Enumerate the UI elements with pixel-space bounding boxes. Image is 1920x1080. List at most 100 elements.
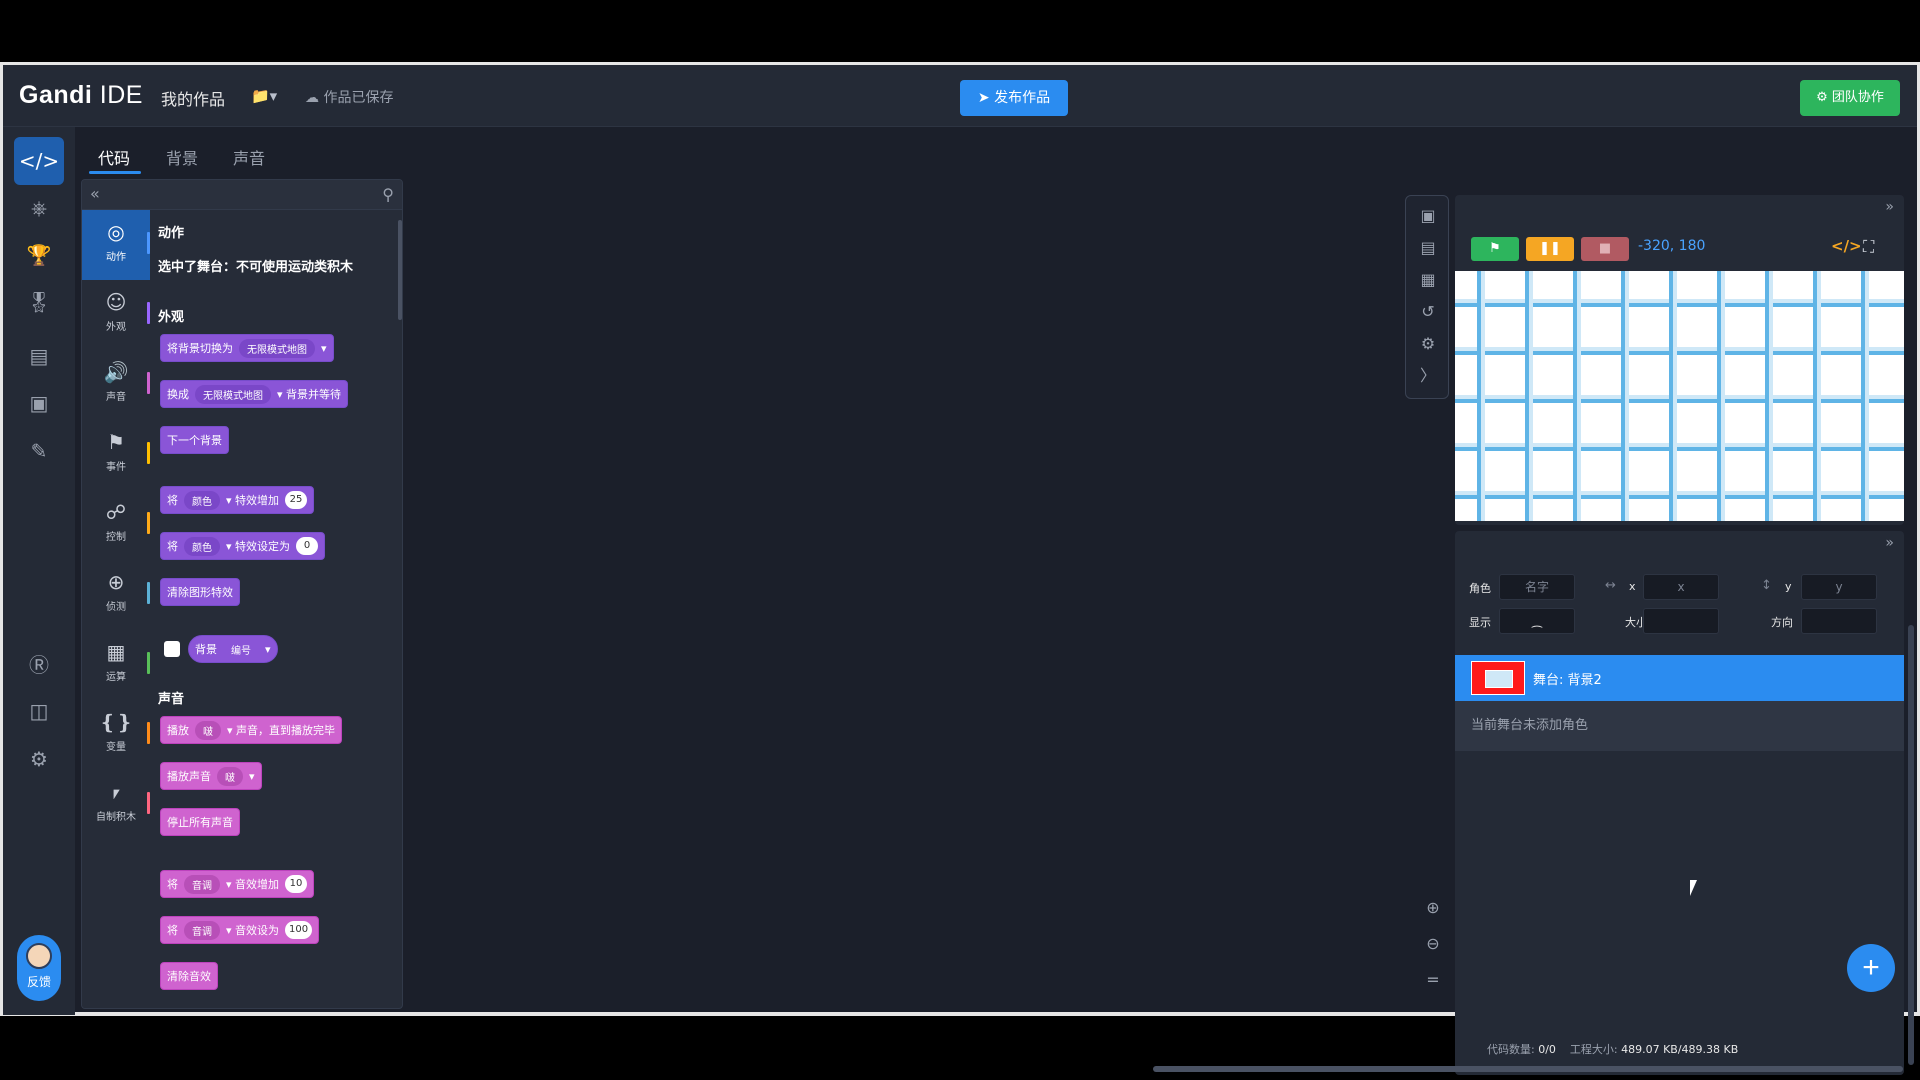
sprite-panel: » 角色 名字 ↔ x x ↕ y y 显示 ⁔ 大小 方向 舞台: 背景2 当…	[1455, 531, 1904, 1075]
stage-thumbnail	[1471, 661, 1525, 695]
trophy-icon[interactable]: 🏆	[14, 231, 64, 279]
set-pitch-block[interactable]: 将音调 ▾ 音效设为 100	[160, 916, 320, 944]
zoom-reset-icon[interactable]: =	[1421, 968, 1445, 992]
stop-all-sounds-block[interactable]: 停止所有声音	[160, 808, 240, 836]
pause-button[interactable]: ❚❚	[1526, 237, 1574, 261]
change-effect-block[interactable]: 将颜色 ▾ 特效增加 25	[160, 486, 315, 514]
reporter-checkbox[interactable]	[164, 641, 180, 657]
sprite-panel-scrollbar[interactable]	[1908, 625, 1914, 1065]
tab-backdrops[interactable]: 背景	[166, 145, 198, 169]
my-works-link[interactable]: 我的作品	[161, 86, 225, 110]
green-flag-button[interactable]: ⚑	[1471, 237, 1519, 261]
folder-icon[interactable]: 📁▾	[251, 87, 277, 105]
control-icon: ☍	[105, 500, 127, 524]
robot-icon[interactable]: ▤	[1416, 236, 1440, 260]
briefcase-icon[interactable]: ◫	[14, 687, 64, 735]
clear-sound-effects-block[interactable]: 清除音效	[160, 962, 218, 990]
extensions-icon[interactable]: ⎈	[14, 184, 64, 232]
add-sprite-button[interactable]: +	[1847, 944, 1895, 992]
show-label: 显示	[1469, 616, 1491, 629]
gallery-icon[interactable]: ▣	[14, 379, 64, 427]
category-variables[interactable]: ❴❵ 变量	[82, 700, 150, 770]
size-input[interactable]	[1643, 608, 1719, 634]
stage-coordinates: -320, 180	[1638, 238, 1706, 254]
tutorial-icon[interactable]: ✎	[14, 427, 64, 475]
workspace-horizontal-scrollbar[interactable]	[1153, 1066, 1903, 1072]
team-collab-button[interactable]: ⚙ 团队协作	[1800, 80, 1900, 116]
zoom-out-icon[interactable]: ⊖	[1421, 932, 1445, 956]
category-motion[interactable]: ◎ 动作	[82, 210, 150, 280]
mouse-cursor-icon	[1690, 880, 1697, 896]
code-icon[interactable]: </>	[14, 137, 64, 185]
category-list: ◎ 动作 ☺ 外观 🔊 声音 ⚑ 事件 ☍ 控制 ⊕ 侦测 ▦ 运算 ❴❵ 变量 ⎖ 自制积木	[82, 210, 150, 1008]
terminal-icon[interactable]: 〉	[1416, 364, 1440, 388]
no-sprite-message: 当前舞台未添加角色	[1455, 701, 1904, 751]
publish-button[interactable]: ➤ 发布作品	[960, 80, 1068, 116]
stage-panel: » ⚑ ❚❚ ■ -320, 180 </> ⛶	[1455, 195, 1904, 525]
blocks-area: 动作 选中了舞台：不可使用运动类积木 外观 将背景切换为 无限模式地图 ▾ 换成 无限…	[158, 210, 394, 1008]
category-color-bar	[147, 652, 150, 674]
category-color-bar	[147, 512, 150, 534]
category-operators[interactable]: ▦ 运算	[82, 630, 150, 700]
motion-note: 选中了舞台：不可使用运动类积木	[158, 260, 354, 275]
code-icon[interactable]: </>	[1831, 237, 1862, 255]
clear-effects-block[interactable]: 清除图形特效	[160, 578, 240, 606]
x-input[interactable]: x	[1643, 574, 1719, 600]
category-color-bar	[147, 302, 150, 324]
collapse-icon[interactable]: «	[90, 184, 100, 203]
category-color-bar	[147, 722, 150, 744]
category-color-bar	[147, 232, 150, 254]
looks-icon: ☺	[105, 290, 127, 314]
set-effect-block[interactable]: 将颜色 ▾ 特效设定为 0	[160, 532, 326, 560]
category-sound[interactable]: 🔊 声音	[82, 350, 150, 420]
play-sound-until-done-block[interactable]: 播放啵 ▾ 声音，直到播放完毕	[160, 716, 343, 744]
expand-icon[interactable]: »	[1885, 535, 1894, 551]
category-events[interactable]: ⚑ 事件	[82, 420, 150, 490]
block-palette: « ⚲ ◎ 动作 ☺ 外观 🔊 声音 ⚑ 事件 ☍ 控制 ⊕ 侦测 ▦ 运算 ❴❵ 变量 ⎖ 自制…	[81, 179, 403, 1009]
x-arrow-icon: ↔	[1605, 578, 1616, 593]
variables-icon: ❴❵	[99, 710, 133, 734]
category-my-blocks[interactable]: ⎖ 自制积木	[82, 770, 150, 840]
visibility-toggle-icon[interactable]: ⁔	[1499, 608, 1575, 634]
stop-button[interactable]: ■	[1581, 237, 1629, 261]
category-sensing[interactable]: ⊕ 侦测	[82, 560, 150, 630]
robot-icon[interactable]: ▤	[14, 332, 64, 380]
motion-icon: ◎	[107, 220, 125, 244]
stage-canvas[interactable]	[1455, 271, 1904, 521]
change-pitch-block[interactable]: 将音调 ▾ 音效增加 10	[160, 870, 315, 898]
tab-code[interactable]: 代码	[98, 145, 130, 169]
left-rail: </> ⎈ 🏆 🎖 ▤ ▣ ✎ Ⓡ ◫ ⚙	[3, 127, 75, 1015]
badge-icon[interactable]: 🎖	[14, 278, 64, 326]
palette-scrollbar[interactable]	[398, 220, 402, 320]
avatar-icon	[26, 943, 52, 969]
history-icon[interactable]: ↺	[1416, 300, 1440, 324]
stage-item[interactable]: 舞台: 背景2	[1455, 655, 1904, 701]
backdrop-reporter-block[interactable]: 背景 编号 ▾	[188, 635, 278, 663]
switch-backdrop-block[interactable]: 将背景切换为 无限模式地图 ▾	[160, 334, 334, 362]
ide-window: Gandi IDE 我的作品 📁▾ ☁ 作品已保存 ➤ 发布作品 ⚙ 团队协作 …	[0, 62, 1920, 1075]
category-looks[interactable]: ☺ 外观	[82, 280, 150, 350]
debug-icon[interactable]: ⚙	[1416, 332, 1440, 356]
fullscreen-icon[interactable]: ⛶	[1863, 237, 1874, 257]
category-control[interactable]: ☍ 控制	[82, 490, 150, 560]
image-search-icon[interactable]: ▣	[1416, 204, 1440, 228]
y-input[interactable]: y	[1801, 574, 1877, 600]
zoom-in-icon[interactable]: ⊕	[1421, 896, 1445, 920]
start-sound-block[interactable]: 播放声音啵 ▾	[160, 762, 262, 790]
next-backdrop-block[interactable]: 下一个背景	[160, 426, 229, 454]
g-icon[interactable]: Ⓡ	[14, 639, 64, 687]
x-label: x	[1629, 580, 1636, 593]
direction-input[interactable]	[1801, 608, 1877, 634]
feedback-button[interactable]: 反馈	[17, 935, 61, 1001]
settings-icon[interactable]: ⚙	[14, 735, 64, 783]
search-icon[interactable]: ⚲	[382, 185, 394, 204]
tab-sounds[interactable]: 声音	[233, 145, 265, 169]
sound-heading: 声音	[158, 692, 185, 707]
top-bar: Gandi IDE 我的作品 📁▾ ☁ 作品已保存 ➤ 发布作品 ⚙ 团队协作	[3, 65, 1917, 127]
switch-backdrop-wait-block[interactable]: 换成 无限模式地图 ▾ 背景并等待	[160, 380, 349, 408]
logo: Gandi IDE	[19, 81, 143, 109]
gallery-icon[interactable]: ▦	[1416, 268, 1440, 292]
expand-icon[interactable]: »	[1885, 199, 1894, 215]
sprite-name-input[interactable]: 名字	[1499, 574, 1575, 600]
side-toolbar: ▣ ▤ ▦ ↺ ⚙ 〉	[1405, 195, 1449, 399]
